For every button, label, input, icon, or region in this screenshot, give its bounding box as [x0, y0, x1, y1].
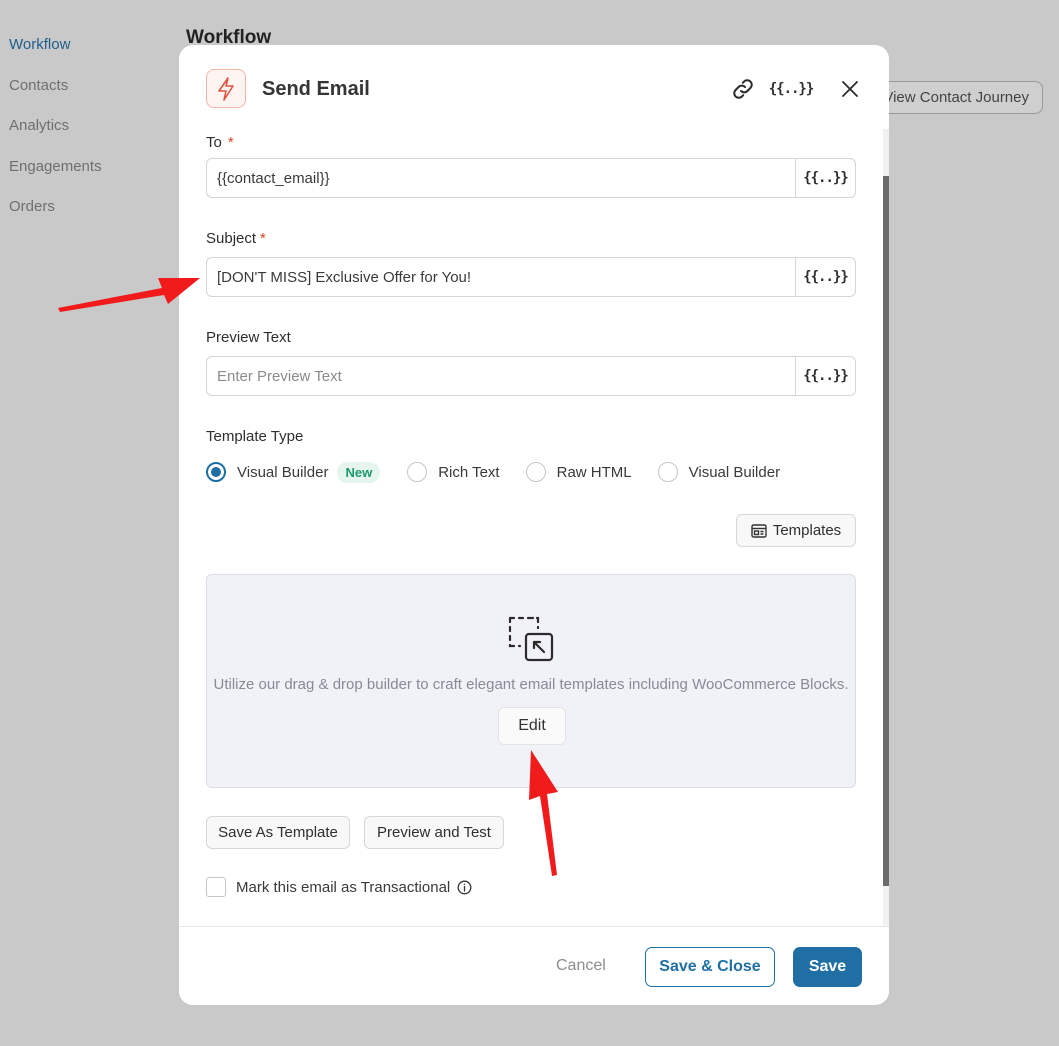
- template-type-radio-group: Visual Builder New Rich Text Raw HTML Vi…: [206, 460, 780, 484]
- merge-tag-glyph: {{..}}: [768, 81, 815, 97]
- transactional-checkbox[interactable]: [206, 877, 226, 897]
- required-mark: *: [227, 134, 234, 151]
- lightning-icon: [206, 69, 246, 108]
- subject-field-group: {{..}}: [206, 257, 856, 297]
- transactional-label: Mark this email as Transactional: [236, 878, 451, 896]
- sidebar-item-workflow[interactable]: Workflow: [9, 36, 70, 53]
- save-as-template-button[interactable]: Save As Template: [206, 816, 350, 849]
- modal-footer: Cancel Save & Close Save: [179, 926, 889, 1005]
- template-type-label: Template Type: [206, 428, 304, 445]
- new-badge: New: [337, 461, 381, 483]
- cancel-button[interactable]: Cancel: [556, 957, 606, 975]
- preview-merge-tag-button[interactable]: {{..}}: [795, 356, 856, 396]
- radio-button[interactable]: [657, 462, 678, 482]
- radio-button[interactable]: [206, 462, 226, 482]
- radio-raw-html[interactable]: Raw HTML: [525, 462, 632, 482]
- save-and-close-button[interactable]: Save & Close: [645, 947, 775, 987]
- visual-builder-panel: Utilize our drag & drop builder to craft…: [206, 574, 856, 788]
- link-icon[interactable]: [728, 75, 758, 103]
- subject-merge-tag-button[interactable]: {{..}}: [795, 257, 856, 297]
- merge-tags-icon: {{..}}: [803, 269, 849, 285]
- sidebar-item-engagements[interactable]: Engagements: [9, 158, 102, 175]
- radio-button[interactable]: [407, 462, 428, 482]
- radio-visual-builder[interactable]: Visual Builder: [657, 462, 781, 482]
- required-mark: *: [260, 230, 266, 247]
- radio-rich-text[interactable]: Rich Text: [407, 462, 500, 482]
- modal-header: Send Email {{..}}: [179, 45, 889, 129]
- drag-drop-icon: [507, 615, 555, 668]
- radio-label: Rich Text: [438, 463, 500, 481]
- scrollbar-thumb[interactable]: [883, 176, 889, 886]
- merge-tags-icon: {{..}}: [803, 368, 849, 384]
- radio-label: Raw HTML: [556, 463, 632, 481]
- radio-label: Visual Builder: [688, 463, 781, 481]
- builder-description: Utilize our drag & drop builder to craft…: [213, 676, 849, 693]
- templates-button[interactable]: Templates: [736, 514, 856, 547]
- radio-label: Visual Builder: [237, 463, 329, 481]
- template-icon: [751, 523, 767, 538]
- radio-button[interactable]: [525, 462, 546, 482]
- view-contact-journey-button[interactable]: View Contact Journey: [870, 81, 1043, 114]
- radio-visual-builder-new[interactable]: Visual Builder New: [206, 461, 381, 483]
- edit-button[interactable]: Edit: [498, 707, 566, 745]
- sidebar-item-contacts[interactable]: Contacts: [9, 77, 68, 94]
- subject-label: Subject *: [206, 230, 266, 247]
- preview-and-test-button[interactable]: Preview and Test: [364, 816, 504, 849]
- merge-tags-icon: {{..}}: [803, 170, 849, 186]
- transactional-row: Mark this email as Transactional: [206, 877, 472, 897]
- modal-title: Send Email: [262, 78, 370, 100]
- close-icon[interactable]: [835, 75, 865, 103]
- preview-text-field-group: {{..}}: [206, 356, 856, 396]
- to-merge-tag-button[interactable]: {{..}}: [795, 158, 856, 198]
- save-button[interactable]: Save: [793, 947, 862, 987]
- to-field[interactable]: [206, 158, 795, 198]
- sidebar-item-orders[interactable]: Orders: [9, 198, 55, 215]
- send-email-modal: Send Email {{..}} To* {{..}} Subject* {{…: [179, 45, 889, 1005]
- info-icon[interactable]: [457, 880, 472, 895]
- to-field-group: {{..}}: [206, 158, 856, 198]
- preview-text-field[interactable]: [206, 356, 795, 396]
- preview-text-label: Preview Text: [206, 329, 291, 346]
- templates-button-label: Templates: [772, 522, 842, 539]
- to-label: To *: [206, 134, 234, 151]
- sidebar-item-analytics[interactable]: Analytics: [9, 117, 69, 134]
- subject-field[interactable]: [206, 257, 795, 297]
- merge-tags-icon[interactable]: {{..}}: [769, 75, 815, 103]
